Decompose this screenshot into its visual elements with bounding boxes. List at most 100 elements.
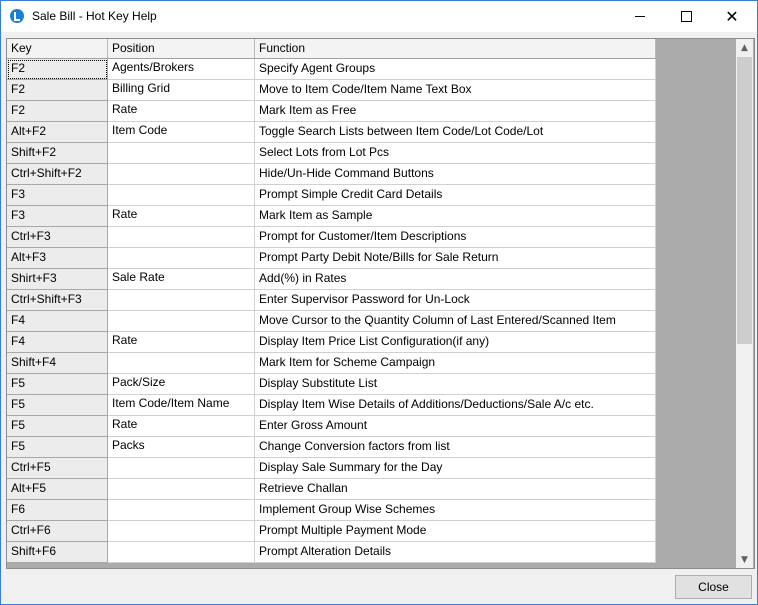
table-row[interactable]: Ctrl+F5 Display Sale Summary for the Day <box>7 458 657 479</box>
function-cell[interactable]: Prompt Party Debit Note/Bills for Sale R… <box>255 248 656 269</box>
function-cell[interactable]: Retrieve Challan <box>255 479 656 500</box>
key-cell[interactable]: Ctrl+F6 <box>7 521 108 542</box>
table-row[interactable]: Ctrl+F3 Prompt for Customer/Item Descript… <box>7 227 657 248</box>
position-cell[interactable]: Pack/Size <box>108 374 255 395</box>
position-cell[interactable] <box>108 479 255 500</box>
function-cell[interactable]: Select Lots from Lot Pcs <box>255 143 656 164</box>
table-row[interactable]: F5 Packs Change Conversion factors from li… <box>7 437 657 458</box>
position-cell[interactable] <box>108 458 255 479</box>
table-row[interactable]: Shift+F4 Mark Item for Scheme Campaign <box>7 353 657 374</box>
key-cell[interactable]: Shirt+F3 <box>7 269 108 290</box>
table-row[interactable]: Ctrl+Shift+F3 Enter Supervisor Password f… <box>7 290 657 311</box>
key-cell[interactable]: Ctrl+Shift+F2 <box>7 164 108 185</box>
position-cell[interactable]: Sale Rate <box>108 269 255 290</box>
table-row[interactable]: Ctrl+Shift+F2 Hide/Un-Hide Command Button… <box>7 164 657 185</box>
function-cell[interactable]: Display Item Wise Details of Additions/D… <box>255 395 656 416</box>
function-cell[interactable]: Prompt for Customer/Item Descriptions <box>255 227 656 248</box>
hot-key-grid[interactable]: Key Position Function F2 Agents/Brokers Sp… <box>6 38 755 569</box>
position-cell[interactable] <box>108 164 255 185</box>
vertical-scrollbar[interactable]: ▲ ▼ <box>736 39 753 568</box>
key-cell[interactable]: Shift+F2 <box>7 143 108 164</box>
position-cell[interactable] <box>108 353 255 374</box>
function-cell[interactable]: Move to Item Code/Item Name Text Box <box>255 80 656 101</box>
position-cell[interactable] <box>108 542 255 563</box>
position-cell[interactable] <box>108 185 255 206</box>
function-cell[interactable]: Move Cursor to the Quantity Column of La… <box>255 311 656 332</box>
position-cell[interactable]: Item Code <box>108 122 255 143</box>
table-row[interactable]: F2 Billing Grid Move to Item Code/Item Nam… <box>7 80 657 101</box>
title-bar[interactable]: Sale Bill - Hot Key Help ✕ <box>1 1 757 32</box>
key-cell[interactable]: Shift+F6 <box>7 542 108 563</box>
position-cell[interactable] <box>108 311 255 332</box>
key-cell[interactable]: F2 <box>7 80 108 101</box>
function-cell[interactable]: Enter Supervisor Password for Un-Lock <box>255 290 656 311</box>
key-cell[interactable]: Alt+F3 <box>7 248 108 269</box>
table-row[interactable]: F2 Agents/Brokers Specify Agent Groups <box>7 59 657 80</box>
function-cell[interactable]: Add(%) in Rates <box>255 269 656 290</box>
function-cell[interactable]: Mark Item for Scheme Campaign <box>255 353 656 374</box>
window-close-button[interactable]: ✕ <box>709 1 755 32</box>
key-cell[interactable]: Ctrl+Shift+F3 <box>7 290 108 311</box>
key-cell[interactable]: F5 <box>7 437 108 458</box>
key-cell[interactable]: F6 <box>7 500 108 521</box>
scroll-down-icon[interactable]: ▼ <box>736 551 753 568</box>
key-cell[interactable]: F5 <box>7 416 108 437</box>
column-header-position[interactable]: Position <box>108 39 255 59</box>
scroll-up-icon[interactable]: ▲ <box>736 39 753 56</box>
position-cell[interactable]: Item Code/Item Name <box>108 395 255 416</box>
close-button[interactable]: Close <box>675 575 752 599</box>
table-row[interactable]: F5 Item Code/Item Name Display Item Wise D… <box>7 395 657 416</box>
key-cell[interactable]: F5 <box>7 395 108 416</box>
table-row[interactable]: F6 Implement Group Wise Schemes <box>7 500 657 521</box>
function-cell[interactable]: Prompt Simple Credit Card Details <box>255 185 656 206</box>
function-cell[interactable]: Display Sale Summary for the Day <box>255 458 656 479</box>
key-cell[interactable]: Shift+F4 <box>7 353 108 374</box>
position-cell[interactable] <box>108 227 255 248</box>
table-row[interactable]: F5 Rate Enter Gross Amount <box>7 416 657 437</box>
function-cell[interactable]: Display Item Price List Configuration(if… <box>255 332 656 353</box>
key-cell[interactable]: F2 <box>7 101 108 122</box>
minimize-button[interactable] <box>617 1 663 32</box>
table-row[interactable]: F4 Rate Display Item Price List Configurat… <box>7 332 657 353</box>
position-cell[interactable] <box>108 248 255 269</box>
function-cell[interactable]: Toggle Search Lists between Item Code/Lo… <box>255 122 656 143</box>
function-cell[interactable]: Mark Item as Free <box>255 101 656 122</box>
function-cell[interactable]: Prompt Alteration Details <box>255 542 656 563</box>
table-row[interactable]: F3 Rate Mark Item as Sample <box>7 206 657 227</box>
table-row[interactable]: F5 Pack/Size Display Substitute List <box>7 374 657 395</box>
function-cell[interactable]: Mark Item as Sample <box>255 206 656 227</box>
function-cell[interactable]: Prompt Multiple Payment Mode <box>255 521 656 542</box>
column-header-key[interactable]: Key <box>7 39 108 59</box>
position-cell[interactable] <box>108 500 255 521</box>
table-row[interactable]: Alt+F5 Retrieve Challan <box>7 479 657 500</box>
position-cell[interactable]: Packs <box>108 437 255 458</box>
function-cell[interactable]: Change Conversion factors from list <box>255 437 656 458</box>
table-row[interactable]: F3 Prompt Simple Credit Card Details <box>7 185 657 206</box>
position-cell[interactable] <box>108 290 255 311</box>
table-row[interactable]: Alt+F3 Prompt Party Debit Note/Bills for … <box>7 248 657 269</box>
position-cell[interactable] <box>108 143 255 164</box>
key-cell[interactable]: F4 <box>7 332 108 353</box>
key-cell[interactable]: Alt+F2 <box>7 122 108 143</box>
key-cell[interactable]: F4 <box>7 311 108 332</box>
key-cell[interactable]: F5 <box>7 374 108 395</box>
table-row[interactable]: Ctrl+F6 Prompt Multiple Payment Mode <box>7 521 657 542</box>
table-row[interactable]: F4 Move Cursor to the Quantity Column of … <box>7 311 657 332</box>
position-cell[interactable]: Rate <box>108 206 255 227</box>
key-cell[interactable]: F2 <box>7 59 108 80</box>
position-cell[interactable]: Rate <box>108 332 255 353</box>
position-cell[interactable]: Rate <box>108 416 255 437</box>
position-cell[interactable]: Agents/Brokers <box>108 59 255 80</box>
table-row[interactable]: Shirt+F3 Sale Rate Add(%) in Rates <box>7 269 657 290</box>
key-cell[interactable]: Ctrl+F5 <box>7 458 108 479</box>
function-cell[interactable]: Implement Group Wise Schemes <box>255 500 656 521</box>
table-row[interactable]: F2 Rate Mark Item as Free <box>7 101 657 122</box>
function-cell[interactable]: Hide/Un-Hide Command Buttons <box>255 164 656 185</box>
function-cell[interactable]: Enter Gross Amount <box>255 416 656 437</box>
scrollbar-thumb[interactable] <box>737 57 752 344</box>
table-row[interactable]: Shift+F2 Select Lots from Lot Pcs <box>7 143 657 164</box>
key-cell[interactable]: Ctrl+F3 <box>7 227 108 248</box>
table-row[interactable]: Alt+F2 Item Code Toggle Search Lists betwe… <box>7 122 657 143</box>
table-row[interactable]: Shift+F6 Prompt Alteration Details <box>7 542 657 563</box>
column-header-function[interactable]: Function <box>255 39 656 59</box>
